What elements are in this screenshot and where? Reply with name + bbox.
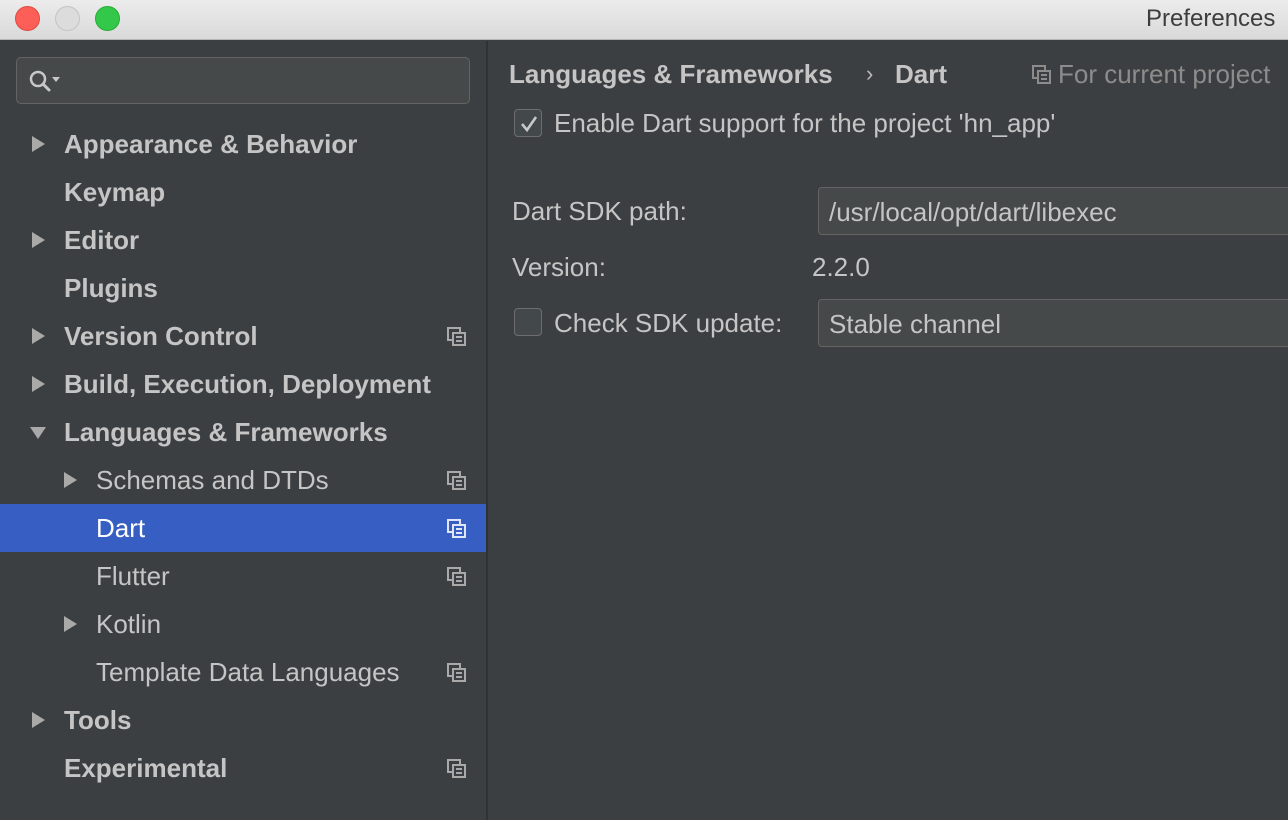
scope-label: For current project bbox=[1058, 59, 1271, 89]
breadcrumb-parent[interactable]: Languages & Frameworks bbox=[509, 59, 833, 90]
tree-item-experimental[interactable]: Experimental bbox=[0, 744, 486, 792]
project-scope-icon bbox=[447, 663, 466, 682]
sdk-path-field[interactable]: /usr/local/opt/dart/libexec bbox=[818, 187, 1288, 235]
tree-item-editor[interactable]: Editor bbox=[0, 216, 486, 264]
expand-arrow-icon[interactable] bbox=[28, 134, 48, 154]
breadcrumb-separator: › bbox=[866, 61, 874, 86]
tree-item-appearance-behavior[interactable]: Appearance & Behavior bbox=[0, 120, 486, 168]
enable-dart-checkbox[interactable] bbox=[514, 109, 542, 137]
tree-item-version-control[interactable]: Version Control bbox=[0, 312, 486, 360]
tree-item-template-data-languages[interactable]: Template Data Languages bbox=[0, 648, 486, 696]
tree-item-label: Plugins bbox=[64, 273, 158, 303]
update-channel-select[interactable]: Stable channel bbox=[818, 299, 1288, 347]
tree-item-kotlin[interactable]: Kotlin bbox=[0, 600, 486, 648]
tree-item-schemas-and-dtds[interactable]: Schemas and DTDs bbox=[0, 456, 486, 504]
tree-item-label: Template Data Languages bbox=[96, 657, 400, 687]
collapse-arrow-icon[interactable] bbox=[28, 422, 48, 442]
tree-item-label: Experimental bbox=[64, 753, 228, 783]
project-scope-icon bbox=[1032, 65, 1051, 84]
project-scope-icon bbox=[447, 759, 466, 778]
version-value: 2.2.0 bbox=[812, 252, 870, 282]
tree-item-build-execution-deployment[interactable]: Build, Execution, Deployment bbox=[0, 360, 486, 408]
enable-dart-label[interactable]: Enable Dart support for the project 'hn_… bbox=[554, 108, 1055, 139]
sdk-path-value: /usr/local/opt/dart/libexec bbox=[829, 197, 1117, 227]
tree-item-keymap[interactable]: Keymap bbox=[0, 168, 486, 216]
tree-item-label: Editor bbox=[64, 225, 140, 255]
tree-item-label: Flutter bbox=[96, 561, 170, 591]
window-title: Preferences bbox=[1146, 5, 1276, 32]
tree-item-dart[interactable]: Dart bbox=[0, 504, 486, 552]
breadcrumb-current: Dart bbox=[895, 59, 948, 89]
tree-item-label: Keymap bbox=[64, 177, 166, 207]
expand-arrow-icon[interactable] bbox=[28, 230, 48, 250]
sdk-path-label: Dart SDK path: bbox=[512, 196, 687, 226]
tree-item-label: Schemas and DTDs bbox=[96, 465, 329, 495]
zoom-window-button[interactable] bbox=[95, 6, 120, 31]
tree-item-plugins[interactable]: Plugins bbox=[0, 264, 486, 312]
project-scope-icon bbox=[447, 327, 466, 346]
check-sdk-update-label[interactable]: Check SDK update: bbox=[554, 308, 782, 339]
check-sdk-update-checkbox[interactable] bbox=[514, 308, 542, 336]
update-channel-value: Stable channel bbox=[829, 309, 1002, 339]
expand-arrow-icon[interactable] bbox=[60, 470, 80, 490]
tree-item-languages-frameworks[interactable]: Languages & Frameworks bbox=[0, 408, 486, 456]
expand-arrow-icon[interactable] bbox=[28, 326, 48, 346]
search-input[interactable] bbox=[16, 57, 470, 104]
dart-settings-panel: Languages & Frameworks › Dart For curren… bbox=[488, 41, 1288, 820]
project-scope-icon bbox=[447, 567, 466, 586]
tree-item-tools[interactable]: Tools bbox=[0, 696, 486, 744]
project-scope-icon bbox=[447, 519, 466, 538]
settings-tree-panel: Appearance & Behavior Keymap Editor Plugins… bbox=[0, 41, 486, 820]
tree-item-label: Appearance & Behavior bbox=[64, 129, 358, 159]
tree-item-flutter[interactable]: Flutter bbox=[0, 552, 486, 600]
title-bar: Preferences bbox=[0, 0, 1288, 40]
tree-item-label: Version Control bbox=[64, 321, 258, 351]
version-label: Version: bbox=[512, 252, 606, 282]
minimize-window-button[interactable] bbox=[55, 6, 80, 31]
search-icon[interactable] bbox=[27, 67, 63, 95]
tree-item-label: Kotlin bbox=[96, 609, 162, 639]
project-scope-icon bbox=[447, 471, 466, 490]
tree-item-label: Dart bbox=[96, 513, 146, 543]
expand-arrow-icon[interactable] bbox=[28, 710, 48, 730]
tree-item-label: Build, Execution, Deployment bbox=[64, 369, 431, 399]
close-window-button[interactable] bbox=[15, 6, 40, 31]
tree-item-label: Languages & Frameworks bbox=[64, 417, 388, 447]
tree-item-label: Tools bbox=[64, 705, 132, 735]
expand-arrow-icon[interactable] bbox=[60, 614, 80, 634]
checkmark-icon bbox=[521, 116, 538, 133]
expand-arrow-icon[interactable] bbox=[28, 374, 48, 394]
